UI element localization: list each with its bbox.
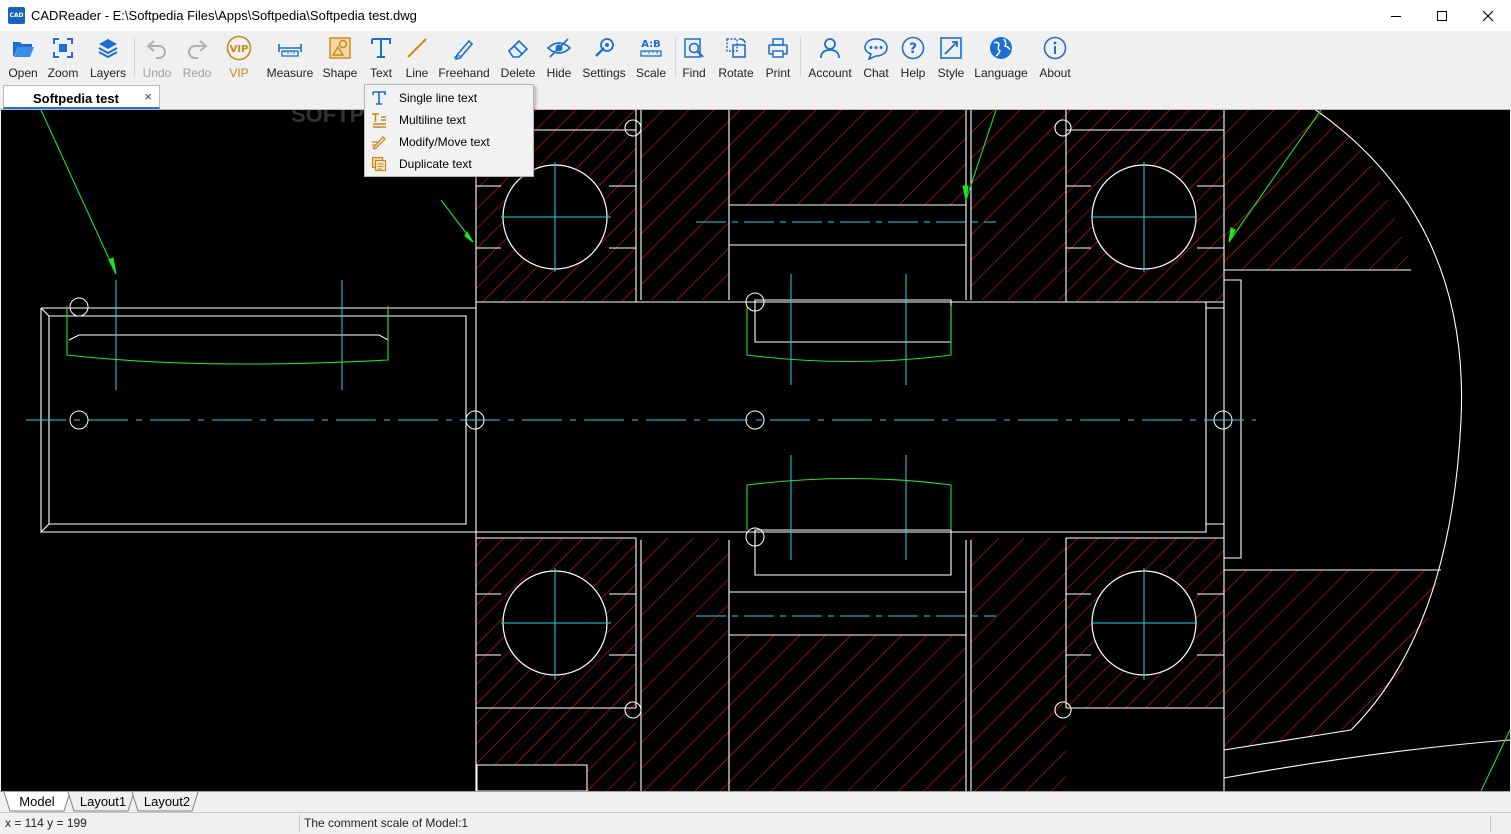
menu-item-multiline-text[interactable]: Multiline text xyxy=(365,109,533,131)
line-icon xyxy=(407,38,427,58)
cad-drawing: SOFTPEDIA xyxy=(26,110,1510,791)
multiline-text-icon xyxy=(372,113,386,128)
pen-icon xyxy=(453,39,474,60)
hide-button[interactable]: Hide xyxy=(543,31,575,83)
rotate-button[interactable]: Rotate xyxy=(716,31,756,83)
minimize-icon[interactable] xyxy=(1373,0,1419,31)
duplicate-text-icon xyxy=(371,156,387,172)
tab-layout1[interactable]: Layout1 xyxy=(74,792,132,811)
scale-button[interactable]: A:B Scale xyxy=(634,31,668,83)
eraser-icon xyxy=(507,39,529,58)
svg-text:?: ? xyxy=(909,41,917,57)
layers-button[interactable]: Layers xyxy=(88,31,128,83)
drawing-canvas[interactable]: SOFTPEDIA xyxy=(1,110,1510,791)
about-button[interactable]: About xyxy=(1037,31,1073,83)
printer-icon xyxy=(768,38,788,58)
redo-icon xyxy=(188,40,208,59)
find-icon xyxy=(684,38,704,58)
redo-button[interactable]: Redo xyxy=(179,31,215,83)
line-button[interactable]: Line xyxy=(402,31,432,83)
text-tool-menu: Single line text Multiline text Modify/M… xyxy=(364,84,534,177)
menu-item-modify-move-text[interactable]: Modify/Move text xyxy=(365,131,533,153)
help-button[interactable]: ? Help xyxy=(898,31,928,83)
tab-layout2[interactable]: Layout2 xyxy=(138,792,196,811)
zoom-button[interactable]: Zoom xyxy=(44,31,82,83)
undo-button[interactable]: Undo xyxy=(139,31,175,83)
scale-icon: A:B xyxy=(640,39,662,57)
open-button[interactable]: Open xyxy=(4,31,42,83)
menu-item-duplicate-text[interactable]: Duplicate text xyxy=(365,153,533,175)
svg-text:A:B: A:B xyxy=(641,39,661,50)
shape-icon xyxy=(329,37,351,59)
language-button[interactable]: Language xyxy=(974,31,1028,83)
find-button[interactable]: Find xyxy=(679,31,709,83)
menu-item-single-line-text[interactable]: Single line text xyxy=(365,87,533,109)
freehand-button[interactable]: Freehand xyxy=(438,31,490,83)
chat-icon xyxy=(864,38,888,60)
layout-tab-strip: Model Layout1 Layout2 xyxy=(0,791,1511,812)
status-bar: x = 114 y = 199 The comment scale of Mod… xyxy=(0,812,1511,834)
svg-text:VIP: VIP xyxy=(230,44,249,55)
info-icon xyxy=(1043,36,1067,60)
title-bar: CAD CADReader - E:\Softpedia Files\Apps\… xyxy=(0,0,1511,31)
app-logo-icon: CAD xyxy=(8,7,25,24)
delete-button[interactable]: Delete xyxy=(498,31,538,83)
document-tab-label: Softpedia test xyxy=(33,91,119,106)
window-title: CADReader - E:\Softpedia Files\Apps\Soft… xyxy=(31,8,417,23)
print-button[interactable]: Print xyxy=(763,31,793,83)
measure-button[interactable]: Measure xyxy=(266,31,314,83)
rotate-icon xyxy=(726,38,746,58)
status-divider xyxy=(299,815,300,832)
globe-icon xyxy=(990,37,1012,59)
style-icon xyxy=(940,37,962,59)
help-icon: ? xyxy=(901,36,925,60)
text-button[interactable]: Text xyxy=(366,31,396,83)
text-icon xyxy=(371,38,391,58)
vip-button[interactable]: VIP VIP xyxy=(221,31,257,83)
settings-icon xyxy=(595,38,614,57)
toolbar-separator xyxy=(800,37,801,77)
modify-text-icon xyxy=(371,136,386,150)
comment-scale-status: The comment scale of Model:1 xyxy=(304,816,469,830)
maximize-icon[interactable] xyxy=(1419,0,1465,31)
toolbar-separator xyxy=(675,37,676,77)
lower-bearing-section xyxy=(476,538,1441,791)
single-line-text-icon xyxy=(372,91,386,105)
main-toolbar: Open Zoom Layers Undo Redo VIP VIP Measu… xyxy=(0,31,1511,83)
zoom-extents-icon xyxy=(53,38,73,58)
account-button[interactable]: Account xyxy=(807,31,853,83)
document-tab[interactable]: Softpedia test × xyxy=(3,85,160,109)
toolbar-separator xyxy=(134,37,135,77)
shape-button[interactable]: Shape xyxy=(321,31,359,83)
layers-icon xyxy=(98,39,118,59)
upper-bearing-section xyxy=(476,110,1411,302)
cursor-coordinates: x = 114 y = 199 xyxy=(5,816,87,830)
style-button[interactable]: Style xyxy=(935,31,967,83)
chat-button[interactable]: Chat xyxy=(861,31,891,83)
close-icon[interactable] xyxy=(1465,0,1511,31)
settings-button[interactable]: Settings xyxy=(582,31,626,83)
document-tab-strip: Softpedia test × xyxy=(0,83,1511,110)
account-icon xyxy=(820,38,840,59)
close-tab-icon[interactable]: × xyxy=(144,89,152,104)
folder-open-icon xyxy=(13,42,34,57)
status-divider xyxy=(1490,815,1491,832)
ruler-icon xyxy=(278,44,302,57)
eye-hide-icon xyxy=(546,38,572,58)
tab-model[interactable]: Model xyxy=(10,792,64,811)
undo-icon xyxy=(146,40,166,59)
vip-badge-icon: VIP xyxy=(226,35,252,61)
